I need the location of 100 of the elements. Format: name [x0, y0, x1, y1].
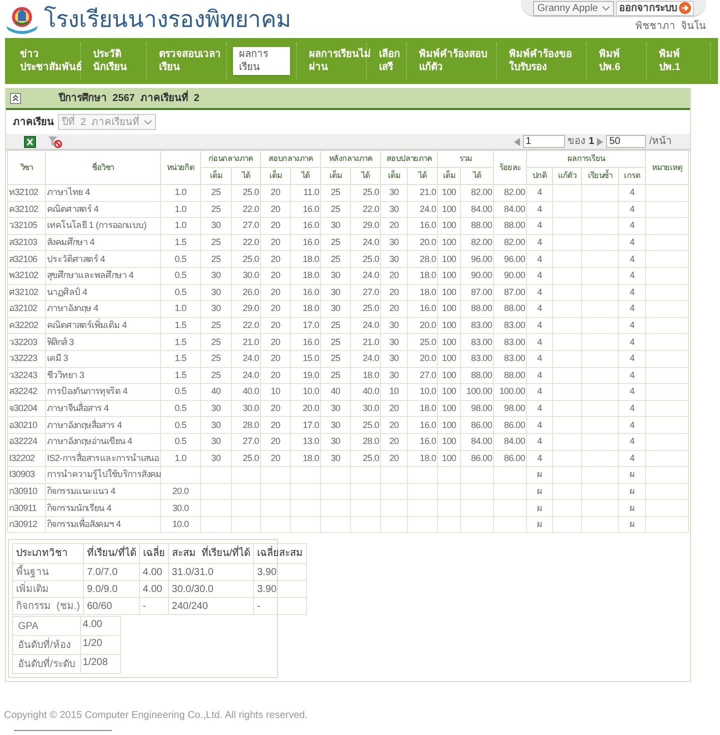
- table-cell: ผ: [618, 500, 646, 516]
- table-cell: 100: [438, 201, 461, 218]
- column-header: ได้: [350, 168, 381, 184]
- table-cell: 1.0: [160, 450, 200, 467]
- nav-tab[interactable]: ตรวจสอบเวลา เรียน: [153, 48, 227, 74]
- table-cell: 18.0: [350, 367, 381, 384]
- table-cell: 16.0: [290, 234, 321, 251]
- table-cell: เทคโนโลยี 1 (การออกแบบ): [46, 218, 160, 234]
- table-cell: 25: [200, 184, 232, 202]
- table-cell: 1.0: [160, 184, 200, 202]
- table-cell: 4: [526, 350, 553, 368]
- nav-tab[interactable]: ประวัติ นักเรียน: [87, 48, 133, 74]
- table-cell: 16.0: [408, 300, 438, 318]
- page-size-input[interactable]: 50: [606, 135, 646, 148]
- table-cell: 18.0: [290, 300, 321, 318]
- table-cell: 1.0: [160, 218, 200, 234]
- table-cell: 100: [438, 250, 461, 268]
- table-cell: ผ: [618, 466, 646, 484]
- table-cell: 4: [618, 250, 646, 268]
- table-cell: 30: [320, 300, 351, 318]
- table-cell: ภาษาอังกฤษอ่านเขียน 4: [46, 433, 160, 450]
- caret-icon: [144, 120, 152, 124]
- table-cell: 4: [526, 317, 553, 334]
- table-cell: 10: [260, 384, 291, 400]
- table-cell: ส32106: [8, 250, 46, 268]
- column-header: ได้: [232, 168, 261, 184]
- table-cell: 25.0: [350, 184, 381, 202]
- table-cell: 20: [260, 450, 291, 467]
- table-cell: 4: [526, 416, 553, 434]
- nav-tab[interactable]: พิมพ์คำร้องสอบ แก้ตัว: [413, 48, 493, 74]
- nav-tab[interactable]: ผลการ เรียน: [233, 47, 290, 75]
- nav-tab[interactable]: พิมพ์ ปพ.6: [593, 48, 626, 74]
- table-cell: 25: [200, 334, 232, 350]
- column-header: ชื่อวิชา: [46, 150, 160, 184]
- nav-tab[interactable]: พิมพ์ ปพ.1: [653, 48, 686, 74]
- table-cell: 4: [526, 267, 553, 284]
- table-cell: 4: [526, 218, 553, 234]
- table-cell: 30: [200, 284, 232, 301]
- table-cell: 1.5: [160, 317, 200, 334]
- table-cell: 100.00: [460, 384, 494, 400]
- table-cell: 25: [200, 234, 232, 251]
- table-cell: 30: [200, 400, 232, 417]
- table-cell: 4: [526, 433, 553, 450]
- table-cell: 16.0: [408, 416, 438, 434]
- excel-icon[interactable]: [24, 136, 36, 148]
- user-name: พิชชาภา จินโน: [635, 19, 706, 34]
- table-cell: 30.0/30.0: [168, 580, 254, 598]
- table-cell: 30: [320, 416, 351, 434]
- table-cell: 20: [380, 450, 408, 467]
- table-cell: 30: [320, 218, 351, 234]
- table-cell: 4: [618, 267, 646, 284]
- table-cell: 1.5: [160, 234, 200, 251]
- account-dropdown[interactable]: Granny Apple: [533, 0, 614, 16]
- table-cell: 26.0: [232, 284, 261, 301]
- table-cell: 20: [260, 250, 291, 268]
- collapse-icon[interactable]: [10, 92, 21, 104]
- table-cell: ภาษาจีนสื่อสาร 4: [46, 400, 160, 417]
- table-cell: 24.0: [408, 201, 438, 218]
- table-cell: คณิตศาสตร์ 4: [46, 201, 160, 218]
- caret-icon: [602, 6, 610, 10]
- table-cell: 90.00: [460, 267, 494, 284]
- table-cell: 30: [380, 367, 408, 384]
- table-cell: 100: [438, 450, 461, 467]
- table-cell: -: [254, 598, 307, 615]
- table-cell: ก30910: [8, 483, 46, 500]
- of-label: ของ: [568, 135, 586, 149]
- table-cell: พื้นฐาน: [12, 564, 84, 581]
- next-page-icon[interactable]: [597, 138, 604, 146]
- table-cell: 4: [618, 416, 646, 434]
- table-cell: อันดับที่/ระดับ: [12, 654, 80, 674]
- school-name: โรงเรียนนางรองพิทยาคม: [44, 8, 291, 30]
- previous-page-icon[interactable]: [514, 138, 520, 146]
- table-cell: 86.00: [494, 450, 527, 467]
- table-cell: 100: [438, 218, 461, 234]
- page-input[interactable]: 1: [522, 135, 565, 148]
- table-cell: 40: [320, 384, 351, 400]
- table-cell: 31.0/31.0: [168, 564, 254, 581]
- table-cell: 25.0: [232, 184, 261, 202]
- copyright-text: Copyright © 2015 Computer Engineering Co.,Ltd. All rights reserved.: [4, 710, 308, 722]
- column-header: สะสม ที่เรียน/ที่ได้: [168, 544, 254, 564]
- table-cell: 20: [260, 416, 291, 434]
- table-cell: 25: [320, 367, 351, 384]
- table-cell: 30: [200, 218, 232, 234]
- nav-tab[interactable]: ข่าว ประชาสัมพันธ์: [14, 48, 88, 74]
- table-cell: 20: [260, 400, 291, 417]
- column-header: วิชา: [8, 150, 46, 184]
- table-cell: GPA: [12, 616, 80, 636]
- term-dropdown[interactable]: ปีที่ 2 ภาคเรียนที่: [58, 114, 156, 130]
- column-header: ได้: [290, 168, 321, 184]
- table-cell: ส32242: [8, 384, 46, 400]
- table-cell: อ30210: [8, 416, 46, 434]
- nav-tab[interactable]: พิมพ์คำร้องขอ ใบรับรอง: [503, 48, 578, 74]
- arrow-icon: [679, 2, 691, 14]
- table-cell: 20: [380, 267, 408, 284]
- table-cell: 100: [438, 350, 461, 368]
- table-cell: 87.00: [460, 284, 494, 301]
- clear-filter-icon[interactable]: [48, 136, 62, 148]
- table-cell: 4.00: [80, 616, 120, 636]
- column-header: หน่วยกิต: [160, 150, 200, 184]
- logout-button[interactable]: ออกจากระบบ: [616, 0, 694, 16]
